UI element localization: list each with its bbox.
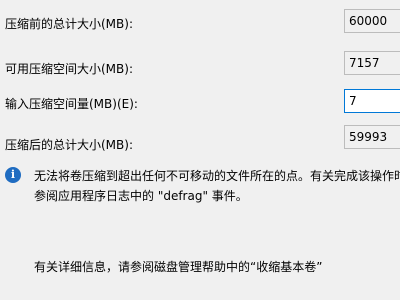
info-message-line-1: 无法将卷压缩到超出任何不可移动的文件所在的点。有关完成该操作时间	[34, 169, 400, 183]
help-reference-text: 有关详细信息，请参阅磁盘管理帮助中的“收缩基本卷”	[34, 260, 323, 274]
total-size-before-value: 60000	[344, 9, 400, 33]
info-icon: i	[5, 167, 21, 183]
info-message: 无法将卷压缩到超出任何不可移动的文件所在的点。有关完成该操作时间 参阅应用程序日…	[34, 166, 400, 206]
total-size-after-value: 59993	[344, 125, 400, 149]
available-shrink-space-label: 可用压缩空间大小(MB):	[5, 62, 133, 76]
total-size-before-label: 压缩前的总计大小(MB):	[5, 17, 133, 31]
shrink-amount-label: 输入压缩空间量(MB)(E):	[5, 97, 138, 111]
total-size-after-label: 压缩后的总计大小(MB):	[5, 138, 133, 152]
info-message-line-2: 参阅应用程序日志中的 "defrag" 事件。	[34, 189, 248, 203]
available-shrink-space-value: 7157	[344, 51, 400, 75]
shrink-amount-input[interactable]	[344, 89, 400, 113]
